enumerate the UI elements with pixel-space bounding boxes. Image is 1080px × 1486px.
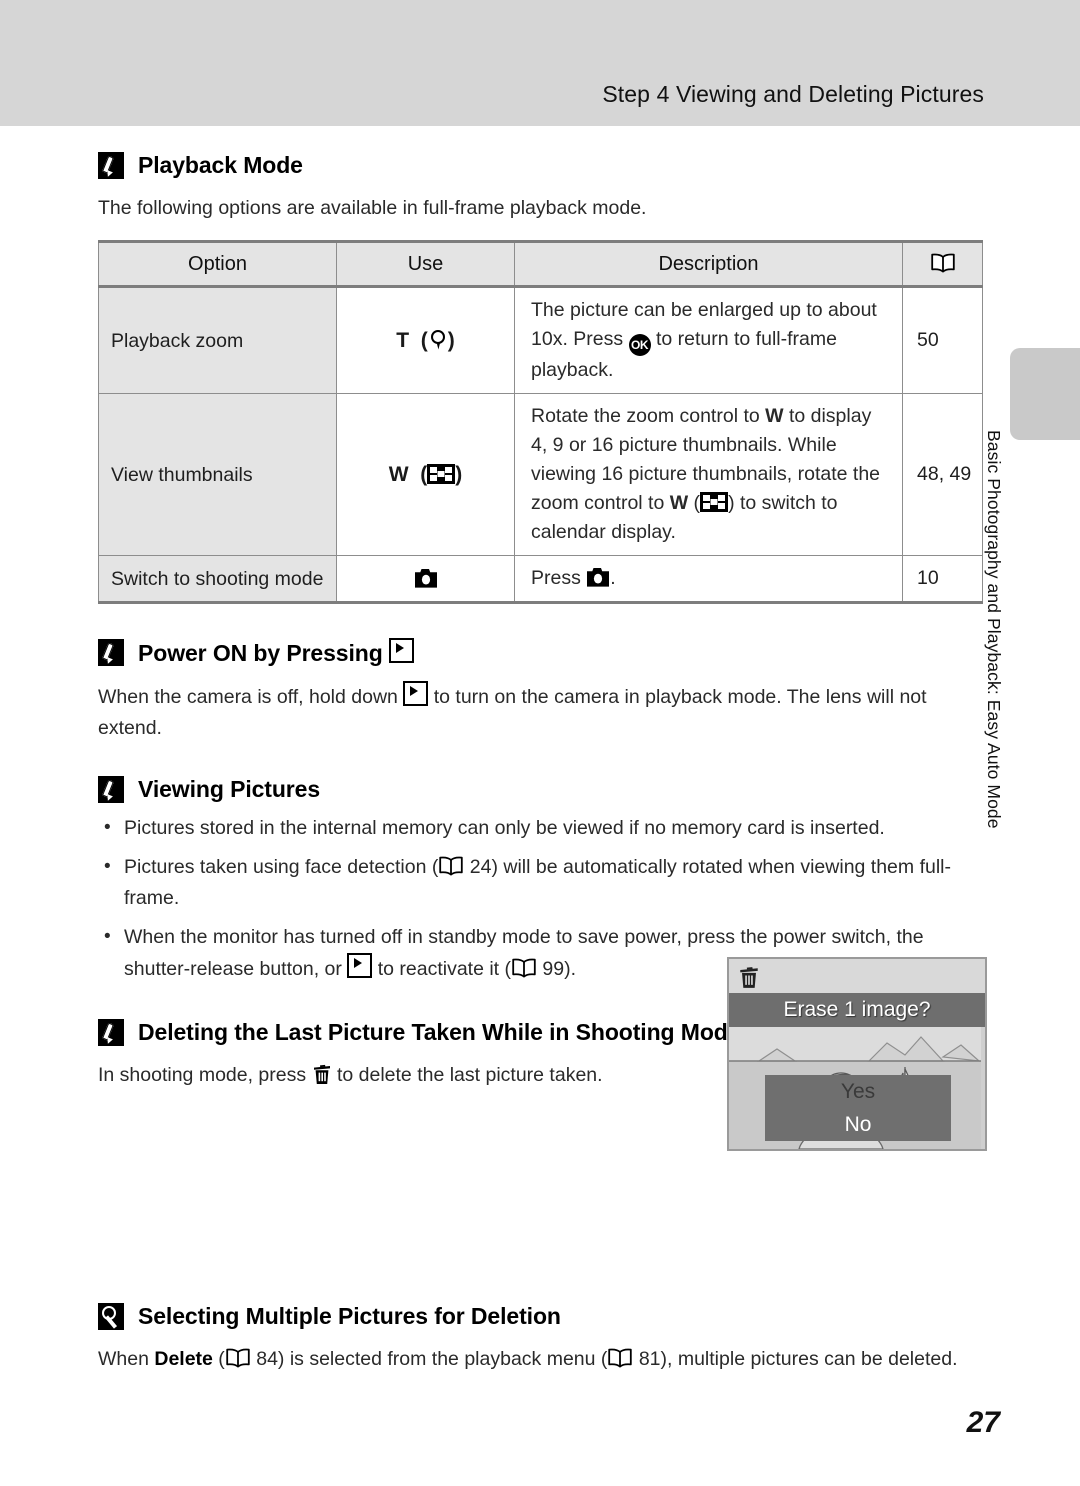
camera-icon	[414, 568, 438, 588]
cell-option: View thumbnails	[98, 393, 337, 556]
table-row: View thumbnails W ( ) Rotate the zoom co…	[98, 393, 983, 556]
section-heading-label: Power ON by Pressing	[138, 638, 414, 667]
description-text-part-4: (	[688, 492, 701, 514]
power-on-body: When the camera is off, hold down to tur…	[98, 681, 982, 744]
thumbnails-icon	[700, 492, 729, 512]
side-tab-label: Basic Photography and Playback: Easy Aut…	[984, 430, 1004, 829]
cell-use: T ( )	[336, 286, 515, 394]
bullet-text: Pictures stored in the internal memory c…	[124, 817, 885, 839]
cell-description: Press .	[514, 555, 903, 604]
list-item: Pictures taken using face detection ( 24…	[98, 851, 982, 914]
cell-page-ref: 10	[902, 555, 983, 604]
book-icon	[607, 1348, 633, 1368]
note-icon	[98, 152, 124, 179]
playback-mode-intro: The following options are available in f…	[98, 197, 647, 219]
description-text-part-2: .	[610, 567, 616, 589]
menu-option-yes[interactable]: Yes	[765, 1075, 951, 1108]
body-part-1: In shooting mode, press	[98, 1064, 312, 1086]
note-icon	[98, 639, 124, 666]
bullet-text-part-1: Pictures taken using face detection (	[124, 856, 439, 878]
book-icon	[511, 958, 537, 978]
zoom-t-label: T	[396, 328, 410, 352]
column-header-use: Use	[336, 240, 515, 288]
section-heading-selecting-multiple: Selecting Multiple Pictures for Deletion	[98, 1303, 982, 1330]
menu-option-no[interactable]: No	[765, 1108, 951, 1141]
table-row: Playback zoom T ( ) The picture can be e…	[98, 286, 983, 394]
body-part-2: to delete the last picture taken.	[331, 1064, 603, 1086]
playback-button-icon	[388, 638, 414, 663]
playback-options-table: Option Use Description Playback zoom T (…	[98, 240, 983, 604]
book-icon	[225, 1348, 251, 1368]
cell-option: Playback zoom	[98, 286, 337, 394]
body-part-4: ), multiple pictures can be deleted.	[660, 1348, 958, 1370]
bullet-ref-page: 24	[464, 856, 492, 878]
description-text-part-1: Press	[531, 567, 587, 589]
erase-confirm-banner: Erase 1 image?	[729, 993, 985, 1027]
bullet-ref-page: 99	[537, 958, 565, 980]
ok-button-icon: OK	[628, 334, 651, 356]
column-header-description: Description	[514, 240, 903, 288]
tip-icon	[98, 1303, 124, 1330]
camera-icon	[586, 568, 610, 587]
cell-page-ref: 48, 49	[902, 393, 983, 556]
screen-top-bar	[729, 959, 985, 993]
heading-text: Power ON by Pressing	[138, 640, 389, 666]
page-header-title: Step 4 Viewing and Deleting Pictures	[602, 81, 984, 107]
note-icon	[98, 776, 124, 803]
table-header-row: Option Use Description	[98, 240, 983, 288]
body-part-3: ) is selected from the playback menu (	[277, 1348, 608, 1370]
cell-description: Rotate the zoom control to W to display …	[514, 393, 903, 556]
delete-menu-name: Delete	[154, 1348, 213, 1370]
body-part-2: (	[212, 1348, 225, 1370]
page-number: 27	[966, 1406, 1000, 1439]
page-content: Playback Mode The following options are …	[98, 126, 983, 1375]
table-row: Switch to shooting mode Press . 10	[98, 555, 983, 604]
cell-use	[336, 555, 515, 604]
camera-screen-illustration: Erase 1 image? Yes No	[727, 957, 987, 1151]
playback-button-icon	[403, 681, 429, 706]
section-heading-label: Playback Mode	[138, 152, 303, 178]
trash-icon	[738, 965, 760, 994]
selecting-multiple-body: When Delete ( 84) is selected from the p…	[98, 1344, 982, 1375]
list-item: Pictures stored in the internal memory c…	[98, 812, 982, 844]
book-icon	[930, 253, 956, 273]
section-heading-viewing-pictures: Viewing Pictures	[98, 776, 982, 803]
book-icon	[438, 856, 464, 876]
zoom-w-label: W	[388, 462, 409, 486]
section-heading-label: Viewing Pictures	[138, 776, 321, 802]
body-ref-page-2: 81	[633, 1348, 661, 1370]
description-text-part-1: Rotate the zoom control to	[531, 405, 766, 427]
erase-confirm-menu[interactable]: Yes No	[765, 1075, 951, 1141]
bullet-text-part-2: to reactivate it (	[372, 958, 512, 980]
section-heading-power-on: Power ON by Pressing	[98, 638, 982, 667]
cell-use: W ( )	[336, 393, 515, 556]
cell-option: Switch to shooting mode	[98, 555, 337, 604]
zoom-w-inline-label: W	[765, 405, 784, 427]
bullet-text-part-3: ).	[564, 958, 577, 980]
trash-icon	[312, 1063, 332, 1085]
zoom-w-inline-label-2: W	[669, 492, 689, 514]
body-ref-page-1: 84	[250, 1348, 278, 1370]
column-header-option: Option	[98, 240, 337, 288]
cell-description: The picture can be enlarged up to about …	[514, 286, 903, 394]
section-heading-label: Deleting the Last Picture Taken While in…	[138, 1019, 741, 1045]
playback-button-icon	[347, 953, 373, 978]
side-tab-marker	[1010, 348, 1080, 440]
section-heading-playback-mode: Playback Mode	[98, 152, 982, 179]
section-heading-label: Selecting Multiple Pictures for Deletion	[138, 1303, 561, 1329]
thumbnails-icon	[427, 463, 456, 484]
page-header: Step 4 Viewing and Deleting Pictures	[0, 0, 1080, 126]
column-header-page-ref	[902, 240, 983, 288]
body-part-1: When the camera is off, hold down	[98, 686, 404, 708]
magnifier-icon	[428, 329, 448, 351]
note-icon	[98, 1019, 124, 1046]
cell-page-ref: 50	[902, 286, 983, 394]
body-part-1: When	[98, 1348, 155, 1370]
